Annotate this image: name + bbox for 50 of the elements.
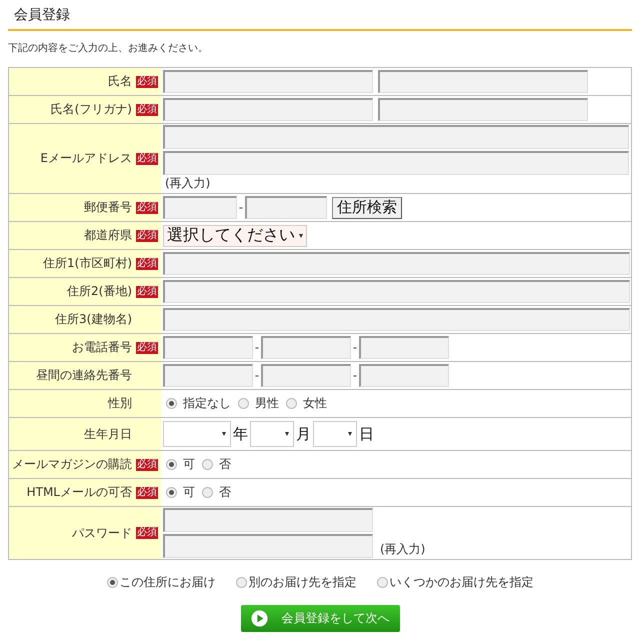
radio-label: 別のお届け先を指定 — [248, 574, 356, 591]
radio-label: この住所にお届け — [120, 574, 216, 591]
required-badge: 必須 — [136, 258, 158, 270]
required-badge: 必須 — [136, 152, 158, 164]
separator: - — [238, 201, 244, 214]
radio-label: 可 — [183, 456, 195, 473]
note-text: (再入力) — [379, 541, 426, 558]
page-title: 会員登録 — [14, 6, 71, 24]
radio-label: 否 — [219, 456, 231, 473]
radio-label: 女性 — [303, 395, 327, 412]
required-badge: 必須 — [136, 286, 158, 298]
field-label: 昼間の連絡先番号 — [36, 367, 132, 384]
separator: - — [352, 369, 358, 382]
field-label: 住所2(番地) — [67, 283, 132, 300]
field-label: お電話番号 — [72, 339, 132, 356]
search-address-button[interactable]: 住所検索 — [332, 196, 402, 218]
radio-label: 可 — [183, 484, 195, 501]
field-label: 住所3(建物名) — [55, 311, 132, 328]
field-label: 住所1(市区町村) — [43, 255, 132, 272]
field-label: 都道府県 — [84, 227, 132, 244]
field-label: 郵便番号 — [84, 199, 132, 216]
separator: - — [254, 341, 260, 354]
field-label: 生年月日 — [84, 426, 132, 442]
dropdown[interactable]: 選択してください — [163, 224, 307, 246]
unit-label: 年 — [232, 424, 249, 444]
intro-text: 下記の内容をご入力の上、お進みください。 — [8, 42, 209, 55]
radio-label: 否 — [219, 484, 231, 501]
required-badge: 必須 — [136, 458, 158, 470]
note-text: (再入力) — [164, 175, 212, 192]
radio-label: 男性 — [255, 395, 279, 412]
unit-label: 月 — [295, 424, 312, 444]
required-badge: 必須 — [136, 104, 158, 116]
required-badge: 必須 — [136, 527, 158, 539]
required-badge: 必須 — [136, 202, 158, 214]
required-badge: 必須 — [136, 486, 158, 498]
separator: - — [352, 341, 358, 354]
field-label: 氏名 — [108, 73, 132, 90]
field-label: 性別 — [108, 395, 132, 412]
separator: - — [254, 369, 260, 382]
radio-label: 指定なし — [183, 395, 231, 412]
radio-label: いくつかのお届け先を指定 — [390, 574, 534, 591]
field-label: メールマガジンの購読 — [12, 456, 132, 473]
field-label: HTMLメールの可否 — [26, 484, 132, 501]
field-label: Eメールアドレス — [40, 150, 132, 167]
required-badge: 必須 — [136, 230, 158, 242]
field-label: パスワード — [72, 524, 132, 542]
required-badge: 必須 — [136, 76, 158, 88]
required-badge: 必須 — [136, 342, 158, 354]
field-label: 氏名(フリガナ) — [50, 101, 132, 118]
unit-label: 日 — [358, 424, 375, 444]
